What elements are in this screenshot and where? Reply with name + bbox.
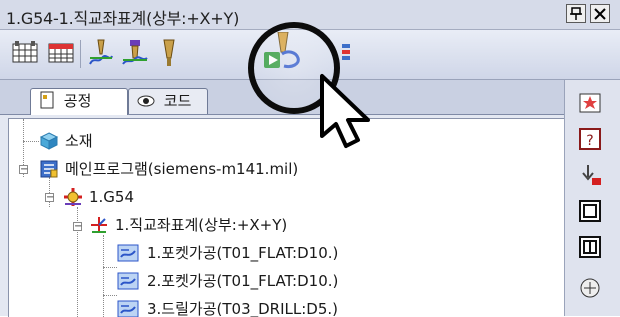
expand-toggle[interactable]: − [19, 165, 28, 175]
pin-button[interactable] [566, 4, 586, 23]
pin-icon [569, 7, 583, 25]
frame-view-icon[interactable] [578, 198, 604, 224]
arrow-down-tool-icon[interactable] [578, 162, 604, 188]
tree-line [103, 295, 117, 296]
coordinate-system-icon [89, 215, 109, 235]
close-button[interactable] [590, 4, 610, 23]
tab-code[interactable]: 코드 [128, 88, 208, 114]
side-toolbar: ? [564, 80, 620, 316]
process-icon [40, 91, 54, 109]
tree-item-label: 3.드릴가공(T03_DRILL:D5.) [147, 300, 338, 317]
operation-icon [117, 271, 139, 291]
tree-item-label: 1.포켓가공(T01_FLAT:D10.) [147, 244, 339, 262]
toolbar-separator [80, 40, 81, 68]
multi-tool-icon[interactable] [120, 38, 150, 70]
tree-item-label: 1.G54 [89, 188, 135, 206]
grid-view-icon[interactable] [10, 38, 40, 70]
expand-toggle[interactable]: − [73, 222, 82, 232]
tree-item-label: 2.포켓가공(T01_FLAT:D10.) [147, 272, 339, 290]
tool-library-icon[interactable] [578, 274, 604, 300]
window-title: 1.G54-1.직교좌표계(상부:+X+Y) [6, 9, 240, 28]
operation-icon [117, 299, 139, 317]
process-tree: − − − 소재 메인프로그램(siemens-m141.mil) 1.G54 … [8, 118, 565, 317]
help-doc-icon[interactable]: ? [578, 126, 604, 152]
tree-item-label: 메인프로그램(siemens-m141.mil) [65, 160, 299, 178]
tree-item-label: 소재 [65, 132, 93, 150]
tree-item-operation[interactable]: 1.포켓가공(T01_FLAT:D10.) [117, 242, 437, 264]
expand-toggle[interactable]: − [45, 193, 54, 203]
tree-item-operation[interactable]: 3.드릴가공(T03_DRILL:D5.) [117, 298, 437, 317]
operation-icon [117, 243, 139, 263]
tab-process-label: 공정 [63, 92, 92, 110]
tree-line [103, 267, 117, 268]
tree-item-coordinate-system[interactable]: 1.직교좌표계(상부:+X+Y) [85, 214, 405, 236]
calendar-table-icon[interactable] [46, 38, 76, 70]
svg-text:?: ? [586, 133, 593, 149]
mouse-pointer-icon [316, 72, 396, 162]
tree-line [103, 235, 104, 317]
frame-edit-icon[interactable] [578, 234, 604, 260]
tree-item-work-offset[interactable]: 1.G54 [59, 186, 259, 208]
tree-item-label: 1.직교좌표계(상부:+X+Y) [115, 216, 288, 234]
process-panel: 공정 코드 − − − 소재 메인프로그램(siemens-m141.mil) … [0, 80, 565, 317]
toolpath-tool-icon[interactable] [86, 38, 116, 70]
close-icon [593, 8, 607, 25]
more-tools-icon[interactable] [340, 38, 354, 70]
tab-code-label: 코드 [163, 92, 192, 110]
tree-line [23, 141, 39, 142]
tree-item-operation[interactable]: 2.포켓가공(T01_FLAT:D10.) [117, 270, 437, 292]
tab-process[interactable]: 공정 [30, 88, 128, 115]
tree-item-stock[interactable]: 소재 [39, 130, 239, 152]
main-program-icon [39, 159, 59, 179]
star-folder-icon[interactable] [578, 90, 604, 116]
eye-icon [137, 95, 155, 107]
tool-holder-icon[interactable] [154, 38, 184, 70]
work-offset-icon [63, 187, 83, 207]
stock-cube-icon [39, 131, 59, 151]
